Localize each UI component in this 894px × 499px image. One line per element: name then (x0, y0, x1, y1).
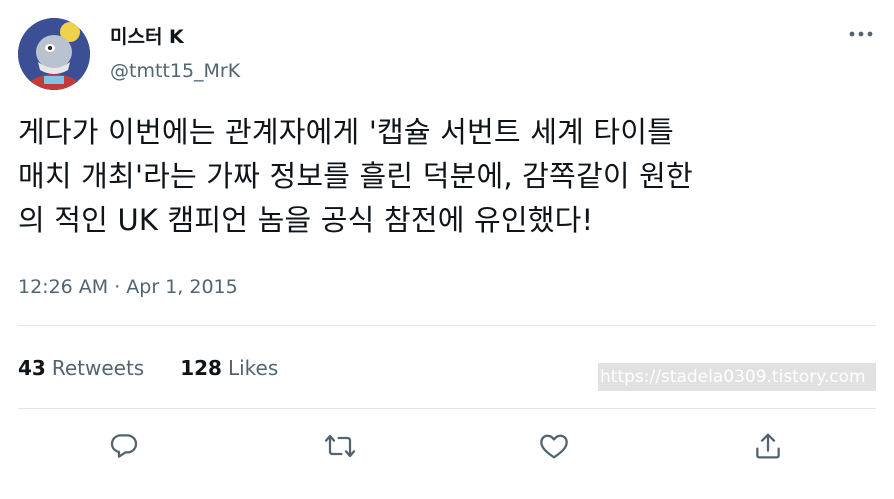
retweets-label: Retweets (51, 356, 145, 380)
retweets-stat[interactable]: 43 Retweets (18, 352, 144, 384)
reply-button[interactable] (104, 426, 144, 466)
retweets-count: 43 (18, 356, 46, 380)
likes-label: Likes (227, 356, 279, 380)
avatar-image (18, 18, 90, 90)
divider (18, 325, 876, 326)
like-button[interactable] (534, 426, 574, 466)
author-handle[interactable]: @tmtt15_MrK (110, 58, 240, 84)
author-display-name[interactable]: 미스터 K (110, 24, 184, 50)
share-button[interactable] (748, 426, 788, 466)
avatar[interactable] (18, 18, 90, 90)
tweet-stats: 43 Retweets 128 Likes (18, 352, 278, 384)
divider (18, 408, 876, 409)
likes-count: 128 (180, 356, 222, 380)
watermark: https://stadela0309.tistory.com (598, 363, 876, 391)
tweet-text: 게다가 이번에는 관계자에게 '캡슐 서번트 세계 타이틀 매치 개최'라는 가… (18, 115, 693, 237)
more-horizontal-icon (849, 31, 873, 37)
reply-icon (110, 434, 138, 458)
tweet-timestamp[interactable]: 12:26 AM · Apr 1, 2015 (18, 273, 238, 301)
retweet-button[interactable] (320, 426, 360, 466)
more-options-button[interactable] (846, 22, 876, 46)
likes-stat[interactable]: 128 Likes (180, 352, 278, 384)
like-icon (540, 434, 568, 459)
share-icon (756, 433, 780, 459)
retweet-icon (324, 434, 356, 458)
